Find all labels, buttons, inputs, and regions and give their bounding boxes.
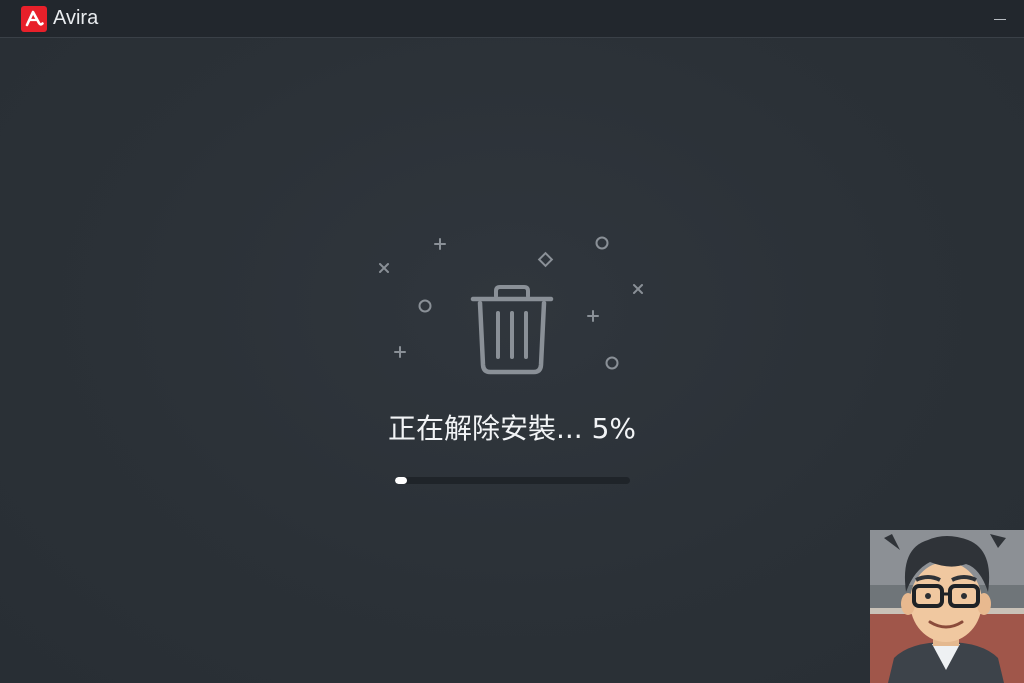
webcam-overlay xyxy=(870,530,1024,683)
minimize-button[interactable] xyxy=(994,10,1006,24)
progress-percent: 5% xyxy=(591,412,637,445)
avira-logo-icon xyxy=(21,6,47,32)
plus-icon xyxy=(587,310,599,322)
uninstall-status: 正在解除安裝... 5% xyxy=(0,410,1024,448)
plus-icon xyxy=(394,346,406,358)
progress-bar xyxy=(395,477,630,484)
circle-icon xyxy=(418,299,432,313)
title-bar: Avira xyxy=(0,0,1024,38)
circle-icon xyxy=(595,236,609,250)
plus-icon xyxy=(434,238,446,250)
avira-uninstaller-window: Avira 正在解除安裝... 5% xyxy=(0,0,1024,683)
trash-can-icon xyxy=(470,285,554,375)
x-icon xyxy=(633,284,643,294)
status-label: 正在解除安裝... xyxy=(387,412,583,445)
diamond-icon xyxy=(537,251,554,268)
progress-bar-fill xyxy=(395,477,407,484)
x-icon xyxy=(379,263,389,273)
app-title: Avira xyxy=(53,7,99,29)
circle-icon xyxy=(605,356,619,370)
